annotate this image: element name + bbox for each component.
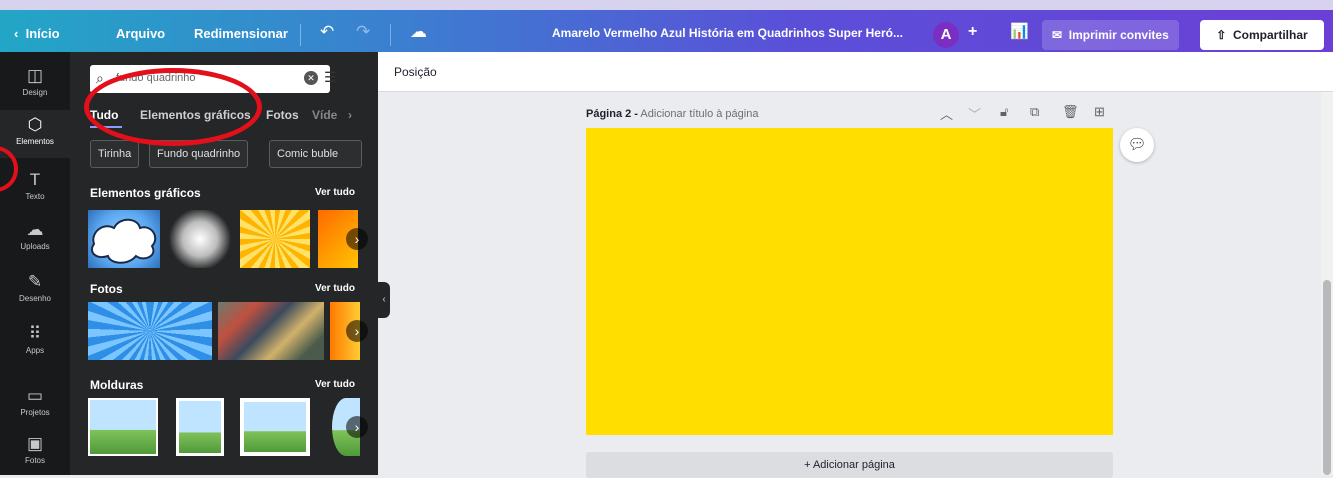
sidebar-item-label: Texto (25, 192, 45, 201)
tabs-scroll-right-icon[interactable]: › (348, 108, 352, 122)
redo-icon[interactable]: ↷ (356, 22, 370, 42)
apps-grid-icon: ⠿ (28, 324, 42, 343)
add-page-icon[interactable]: ⊞ (1094, 104, 1105, 120)
design-page-canvas[interactable] (586, 128, 1113, 435)
duplicate-page-icon[interactable]: ⧉ (1030, 104, 1039, 120)
layout-icon: ◫ (26, 66, 44, 85)
position-button[interactable]: Posição (394, 65, 437, 79)
folder-icon: ▭ (26, 386, 44, 405)
sidebar-item-photos[interactable]: ▣ Fotos (0, 434, 70, 465)
resize-button[interactable]: Redimensionar (194, 26, 288, 41)
cloud-save-icon[interactable]: ☁ (410, 22, 427, 42)
graphic-thumbnail-sunburst[interactable] (240, 210, 310, 268)
collapse-panel-button[interactable]: ‹ (378, 282, 390, 318)
section-title-graphics: Elementos gráficos (90, 186, 201, 200)
suggestion-chip[interactable]: Comic buble (269, 140, 362, 168)
print-invites-button[interactable]: ✉ Imprimir convites (1042, 20, 1179, 50)
sidebar-item-label: Apps (25, 346, 45, 355)
toolbar-divider (390, 24, 391, 46)
see-all-frames-link[interactable]: Ver tudo (315, 379, 355, 390)
see-all-graphics-link[interactable]: Ver tudo (315, 187, 355, 198)
scroll-right-arrow-icon[interactable]: › (346, 228, 368, 250)
sidebar-item-label: Projetos (20, 408, 50, 417)
clear-search-icon[interactable]: ✕ (304, 71, 318, 85)
insights-chart-icon[interactable]: 📊 (1010, 22, 1029, 40)
page-number-label: Página 2 - (586, 108, 638, 120)
sidebar-item-label: Design (22, 88, 48, 97)
annotation-circle (84, 68, 262, 146)
lock-icon[interactable]: 🔓︎ (1000, 104, 1008, 120)
add-comment-icon[interactable]: 💬︎ (1120, 128, 1154, 162)
tab-videos[interactable]: Víde (312, 108, 337, 122)
sidebar-item-label: Uploads (20, 242, 50, 251)
sidebar-item-uploads[interactable]: ☁ Uploads (0, 220, 70, 251)
sidebar-item-label: Elementos (16, 137, 54, 146)
add-collaborator-button[interactable]: + (968, 23, 977, 41)
photo-icon: ▣ (26, 434, 44, 453)
move-page-down-icon[interactable]: ﹀ (968, 104, 981, 123)
sidebar-item-elements[interactable]: ⬡ Elementos (0, 110, 70, 158)
scroll-right-arrow-icon[interactable]: › (346, 320, 368, 342)
sidebar-item-label: Fotos (24, 456, 45, 465)
see-all-photos-link[interactable]: Ver tudo (315, 283, 355, 294)
document-title[interactable]: Amarelo Vermelho Azul História em Quadri… (552, 26, 903, 40)
scrollbar-thumb[interactable] (1323, 280, 1331, 475)
file-menu-button[interactable]: Arquivo (116, 26, 165, 41)
back-home-label: Início (25, 26, 60, 41)
avatar[interactable]: A (933, 22, 959, 48)
sidebar-item-projects[interactable]: ▭ Projetos (0, 386, 70, 417)
section-title-photos: Fotos (90, 282, 123, 296)
frame-thumbnail-square[interactable] (240, 398, 310, 456)
suggestion-chip[interactable]: Tirinha (90, 140, 140, 168)
chevron-left-icon: ‹ (14, 26, 19, 41)
scroll-right-arrow-icon[interactable]: › (346, 416, 368, 438)
left-sidebar-rail: ◫ Design ⬡ Elementos T Texto ☁ Uploads ✎… (0, 52, 70, 475)
toolbar-divider (300, 24, 301, 46)
comic-cloud-icon (90, 218, 157, 264)
print-invites-label: Imprimir convites (1068, 28, 1169, 42)
move-page-up-icon[interactable]: ︿ (940, 104, 953, 123)
frame-thumbnail-portrait[interactable] (176, 398, 224, 456)
delete-page-icon[interactable]: 🗑︎ (1062, 104, 1079, 120)
frame-thumbnail-landscape[interactable] (88, 398, 158, 456)
envelope-icon: ✉ (1052, 28, 1063, 42)
back-home-button[interactable]: ‹ Início (14, 26, 60, 41)
share-button[interactable]: ⇧ Compartilhar (1200, 20, 1324, 50)
draw-icon: ✎ (27, 272, 43, 291)
sidebar-item-draw[interactable]: ✎ Desenho (0, 272, 70, 303)
graphic-thumbnail-halftone[interactable] (168, 210, 232, 268)
share-label: Compartilhar (1233, 28, 1308, 42)
page-title-input[interactable]: Adicionar título à página (640, 108, 758, 120)
undo-icon[interactable]: ↶ (320, 22, 334, 42)
sidebar-item-label: Desenho (18, 294, 52, 303)
graphic-thumbnail-comic-cloud[interactable] (88, 210, 160, 268)
page-header: Página 2 - Adicionar título à página (586, 108, 758, 120)
filter-sliders-icon[interactable]: ☰ (324, 69, 337, 86)
photo-thumbnail-blue-rays[interactable] (88, 302, 212, 360)
upload-share-icon: ⇧ (1216, 28, 1227, 42)
tab-photos[interactable]: Fotos (266, 108, 299, 122)
section-title-frames: Molduras (90, 378, 144, 392)
photo-thumbnail-comics-pile[interactable] (218, 302, 324, 360)
add-page-button[interactable]: + Adicionar página (586, 452, 1113, 478)
elements-icon: ⬡ (27, 115, 43, 134)
cloud-upload-icon: ☁ (26, 220, 44, 239)
context-toolbar: Posição (378, 52, 1333, 92)
sidebar-item-design[interactable]: ◫ Design (0, 66, 70, 97)
sidebar-item-apps[interactable]: ⠿ Apps (0, 324, 70, 355)
